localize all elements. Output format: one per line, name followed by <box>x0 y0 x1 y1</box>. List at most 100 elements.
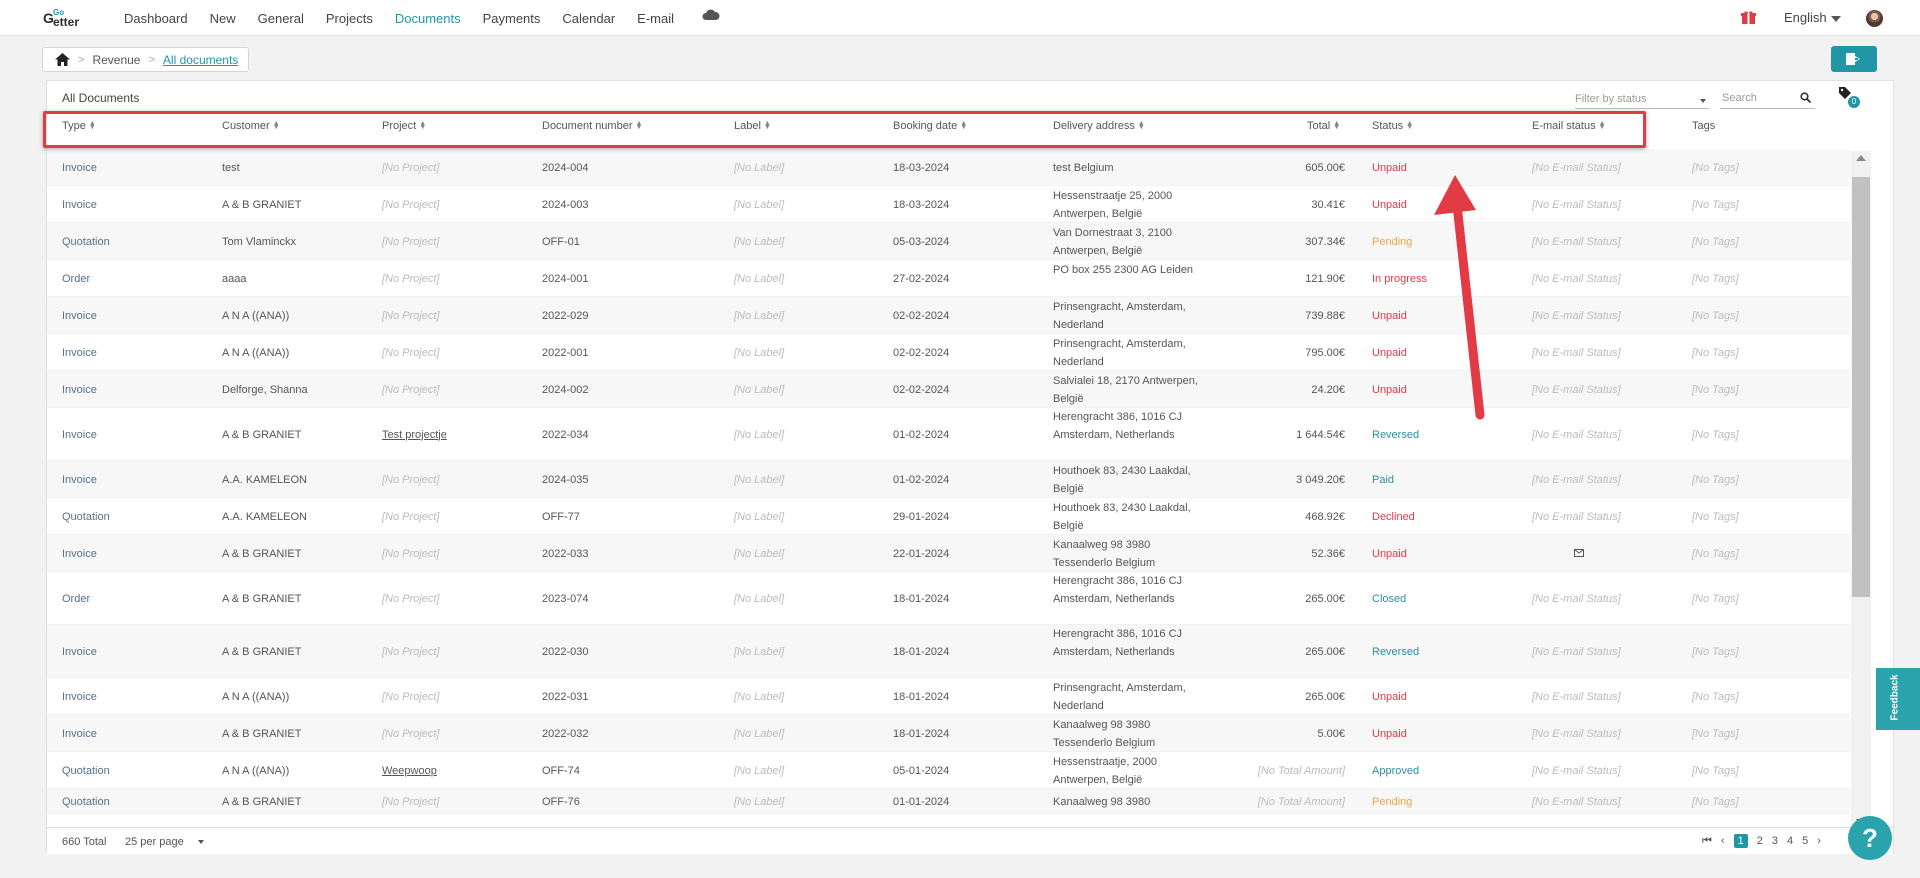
help-button[interactable]: ? <box>1848 816 1892 860</box>
gift-icon[interactable] <box>1741 10 1756 25</box>
feedback-tab[interactable]: Feedback <box>1876 668 1920 730</box>
cell-email-status: [No E-mail Status] <box>1532 795 1621 808</box>
cell-customer: A & B GRANIET <box>222 592 302 605</box>
cell-type: Invoice <box>62 428 97 441</box>
table-row[interactable]: Invoice A & B GRANIET [No Project] 2024-003… <box>47 186 1850 223</box>
table-row[interactable]: Quotation A.A. KAMELEON [No Project] OFF-77… <box>47 498 1850 535</box>
cell-type: Order <box>62 592 91 605</box>
table-row[interactable]: Invoice A.A. KAMELEON [No Project] 2024-035… <box>47 461 1850 498</box>
cell-delivery-address: Herengracht 386, 1016 CJ Amsterdam, Neth… <box>1053 575 1183 605</box>
cell-email-status: [No E-mail Status] <box>1532 690 1621 703</box>
envelope-icon[interactable] <box>1574 545 1584 563</box>
per-page-select[interactable]: 25 per page <box>125 836 204 848</box>
cell-booking-date: 18-03-2024 <box>893 198 950 211</box>
cell-tags: [No Tags] <box>1692 473 1739 486</box>
table-row[interactable]: Invoice A N A ((ANA)) [No Project] 2022-001… <box>47 334 1850 371</box>
cell-status: Reversed <box>1372 645 1420 658</box>
cell-document-number: 2024-035 <box>542 473 589 486</box>
cell-project: [No Project] <box>382 309 440 322</box>
documents-panel: All Documents Filter by status Search 0 … <box>46 80 1894 854</box>
table-row[interactable]: Invoice A N A ((ANA)) [No Project] 2022-031… <box>47 678 1850 715</box>
cell-total: 739.88€ <box>1305 309 1345 322</box>
cell-type: Quotation <box>62 235 110 248</box>
cell-delivery-address: Herengracht 386, 1016 CJ Amsterdam, Neth… <box>1053 411 1183 441</box>
table-scrollbar[interactable] <box>1851 151 1871 829</box>
home-icon[interactable] <box>55 53 70 66</box>
cell-booking-date: 18-01-2024 <box>893 727 950 740</box>
cell-type: Invoice <box>62 346 97 359</box>
cell-type: Invoice <box>62 383 97 396</box>
breadcrumb-revenue[interactable]: Revenue <box>92 53 140 67</box>
cell-type: Invoice <box>62 198 97 211</box>
cloud-icon[interactable] <box>702 9 720 21</box>
cell-label: [No Label] <box>734 547 785 560</box>
cell-booking-date: 22-01-2024 <box>893 547 950 560</box>
table-row[interactable]: Invoice A & B GRANIET [No Project] 2022-032… <box>47 715 1850 752</box>
cell-project[interactable]: Weepwoop <box>382 762 437 780</box>
cell-document-number: OFF-76 <box>542 795 580 808</box>
table-row[interactable]: Invoice Delforge, Shanna [No Project] 2024-… <box>47 371 1850 408</box>
table-row[interactable]: Invoice A & B GRANIET [No Project] 2022-030… <box>47 625 1850 678</box>
page-4[interactable]: 4 <box>1787 835 1793 847</box>
nav-item-payments[interactable]: Payments <box>483 11 541 26</box>
first-page-icon[interactable]: ⏮ <box>1702 835 1712 848</box>
table-row[interactable]: Invoice test [No Project] 2024-004 [No Label… <box>47 149 1850 186</box>
cell-delivery-address: Kanaalweg 98 3980 <box>1053 795 1151 808</box>
nav-item-new[interactable]: New <box>210 11 236 26</box>
cell-booking-date: 18-01-2024 <box>893 690 950 703</box>
cell-delivery-address: Hessenstraatje 25, 2000 Antwerpen, Belgi… <box>1053 189 1173 220</box>
cell-document-number: 2022-001 <box>542 346 589 359</box>
scroll-up-icon[interactable] <box>1856 155 1866 161</box>
cell-status: Unpaid <box>1372 727 1407 740</box>
cell-project: [No Project] <box>382 727 440 740</box>
cell-total: 265.00€ <box>1305 645 1345 658</box>
cell-document-number: OFF-01 <box>542 235 580 248</box>
previous-page-icon[interactable]: ‹ <box>1721 835 1725 847</box>
nav-item-dashboard[interactable]: Dashboard <box>124 11 188 26</box>
table-row[interactable]: Invoice A & B GRANIET Test projectje 2022-0… <box>47 408 1850 461</box>
chevron-down-icon <box>1830 15 1841 22</box>
cell-project[interactable]: Test projectje <box>382 426 447 444</box>
cell-customer: A.A. KAMELEON <box>222 510 307 523</box>
nav-item-e-mail[interactable]: E-mail <box>637 11 674 26</box>
user-avatar[interactable] <box>1866 10 1883 27</box>
table-row[interactable]: Quotation Tom Vlaminckx [No Project] OFF-01… <box>47 223 1850 260</box>
cell-customer: Delforge, Shanna <box>222 383 308 396</box>
nav-item-general[interactable]: General <box>258 11 304 26</box>
table-row[interactable]: Quotation A & B GRANIET [No Project] OFF-76… <box>47 789 1850 814</box>
cell-delivery-address: PO box 255 2300 AG Leiden <box>1053 263 1194 276</box>
export-button[interactable] <box>1831 46 1877 72</box>
cell-type: Quotation <box>62 764 110 777</box>
cell-email-status: [No E-mail Status] <box>1532 764 1621 777</box>
breadcrumb-all-documents[interactable]: All documents <box>163 53 238 67</box>
nav-item-projects[interactable]: Projects <box>326 11 373 26</box>
nav-item-documents[interactable]: Documents <box>395 11 461 26</box>
language-selector[interactable]: English <box>1784 10 1841 25</box>
table-row[interactable]: Order A & B GRANIET [No Project] 2023-074 [N… <box>47 572 1850 625</box>
page-1[interactable]: 1 <box>1733 834 1748 848</box>
page-2[interactable]: 2 <box>1757 835 1763 847</box>
cell-document-number: 2024-001 <box>542 272 589 285</box>
nav-item-calendar[interactable]: Calendar <box>562 11 615 26</box>
table-row[interactable]: Invoice A & B GRANIET [No Project] 2022-033… <box>47 535 1850 572</box>
cell-project: [No Project] <box>382 592 440 605</box>
cell-project: [No Project] <box>382 383 440 396</box>
cell-total: 265.00€ <box>1305 690 1345 703</box>
page-5[interactable]: 5 <box>1802 835 1808 847</box>
cell-label: [No Label] <box>734 198 785 211</box>
next-page-icon[interactable]: › <box>1817 835 1821 847</box>
table-row[interactable]: Quotation A N A ((ANA)) Weepwoop OFF-74 [No … <box>47 752 1850 789</box>
cell-total: [No Total Amount] <box>1257 764 1345 777</box>
cell-project: [No Project] <box>382 161 440 174</box>
scrollbar-thumb[interactable] <box>1852 177 1870 597</box>
cell-booking-date: 27-02-2024 <box>893 272 950 285</box>
gogetter-logo[interactable]: G Go etter <box>43 7 99 29</box>
table-row[interactable]: Invoice A N A ((ANA)) [No Project] 2022-029… <box>47 297 1850 334</box>
cell-type: Order <box>62 272 91 285</box>
table-row[interactable]: Order aaaa [No Project] 2024-001 [No Label] 2… <box>47 260 1850 297</box>
cell-total: 307.34€ <box>1305 235 1345 248</box>
page-3[interactable]: 3 <box>1772 835 1778 847</box>
cell-status: Closed <box>1372 592 1407 605</box>
cell-document-number: OFF-74 <box>542 764 580 777</box>
cell-tags: [No Tags] <box>1692 198 1739 211</box>
